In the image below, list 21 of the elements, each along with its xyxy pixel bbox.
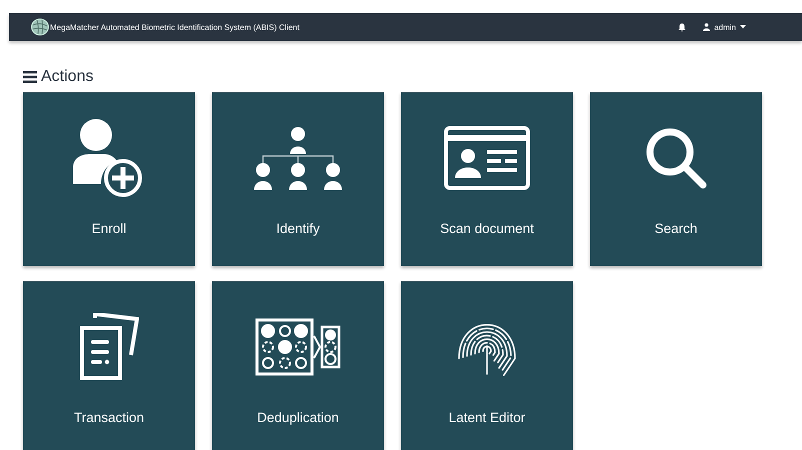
action-tile[interactable]: Scan document: [401, 92, 573, 266]
action-tile[interactable]: Deduplication: [212, 281, 384, 450]
people-hierarchy-icon: [254, 126, 342, 190]
user-icon: [703, 23, 710, 31]
bell-icon[interactable]: [678, 22, 686, 32]
user-plus-icon: [73, 118, 145, 198]
page-title: Actions: [41, 68, 94, 86]
id-card-icon: [444, 126, 530, 190]
action-tile[interactable]: Search: [590, 92, 762, 266]
action-tile[interactable]: Identify: [212, 92, 384, 266]
action-tile[interactable]: Latent Editor: [401, 281, 573, 450]
dot-grid-icon: [255, 318, 341, 376]
app-title: MegaMatcher Automated Biometric Identification System (ABIS) Client: [50, 22, 300, 32]
menu-icon: [23, 71, 37, 83]
action-tile[interactable]: Transaction: [23, 281, 195, 450]
caret-icon: [740, 25, 746, 29]
search-icon: [644, 126, 708, 190]
action-tile[interactable]: Enroll: [23, 92, 195, 266]
documents-icon: [79, 313, 139, 381]
user-menu[interactable]: admin: [703, 22, 746, 32]
globe-logo-icon: [31, 18, 49, 36]
